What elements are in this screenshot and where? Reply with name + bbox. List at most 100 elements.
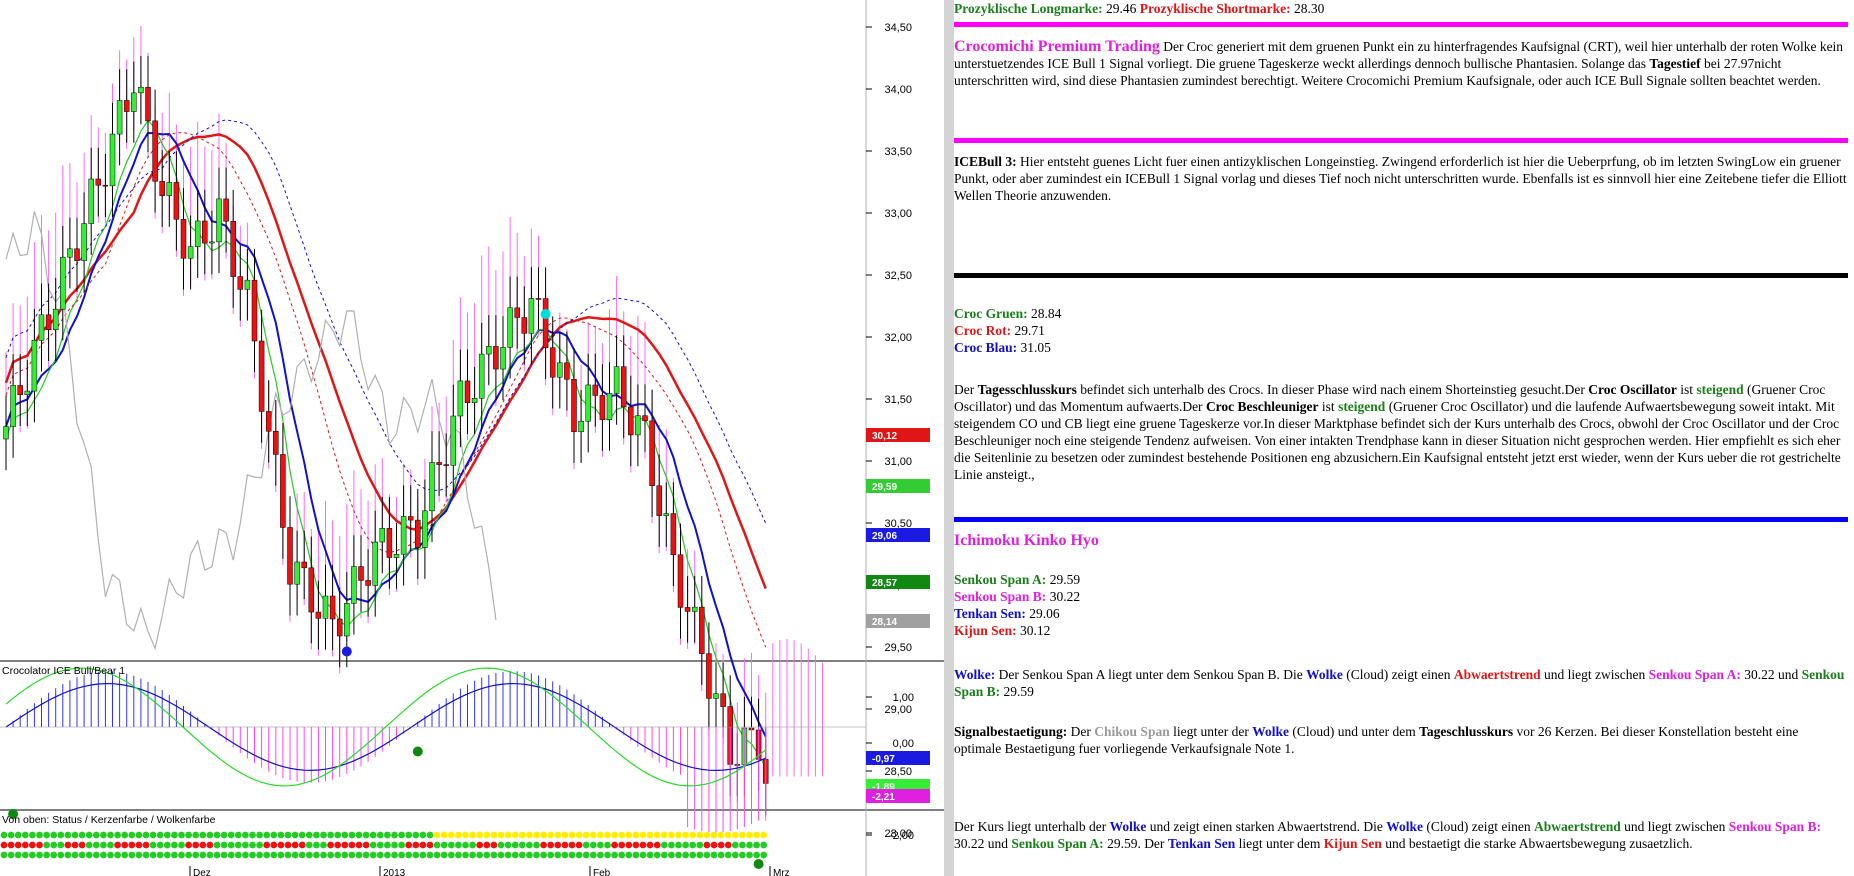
status-dot bbox=[433, 851, 441, 859]
status-dot bbox=[604, 851, 611, 859]
candle-body bbox=[415, 519, 421, 548]
candle-body bbox=[713, 693, 719, 699]
candle-body bbox=[521, 317, 528, 334]
status-dot bbox=[206, 831, 214, 839]
status-dot bbox=[689, 831, 697, 839]
candle-body bbox=[88, 178, 94, 224]
status-dot bbox=[242, 831, 249, 839]
status-dot bbox=[746, 831, 753, 839]
osc-axis-label: 1,00 bbox=[893, 692, 914, 704]
status-dot bbox=[668, 831, 675, 839]
status-dot bbox=[220, 831, 228, 839]
price-axis-label: 33,50 bbox=[884, 146, 912, 158]
status-dot bbox=[533, 841, 540, 849]
candle-body bbox=[209, 241, 215, 244]
status-dot bbox=[646, 841, 654, 849]
status-dot bbox=[682, 841, 689, 849]
status-dot bbox=[327, 841, 334, 849]
status-dot bbox=[675, 831, 682, 839]
status-dot bbox=[561, 841, 569, 849]
status-dot bbox=[192, 851, 200, 859]
status-dot bbox=[597, 851, 604, 859]
candle-body bbox=[301, 561, 307, 569]
status-dot bbox=[64, 831, 72, 839]
status-dot bbox=[227, 841, 235, 849]
status-dot bbox=[64, 841, 72, 849]
pro-cyclic-marks: Prozyklische Longmarke: 29.46 Prozyklisc… bbox=[954, 1, 1325, 16]
price-axis-label: 32,00 bbox=[884, 332, 912, 344]
status-dot bbox=[263, 841, 271, 849]
candle-body bbox=[422, 510, 428, 548]
candle-body bbox=[571, 379, 577, 433]
status-dot bbox=[611, 831, 618, 839]
status-dot bbox=[668, 841, 675, 849]
status-dot bbox=[675, 841, 682, 849]
status-dot bbox=[213, 831, 221, 839]
status-dot bbox=[298, 831, 306, 839]
status-dot bbox=[419, 831, 427, 839]
status-dot bbox=[703, 841, 711, 849]
chart-canvas[interactable]: 34,50 34,00 33,50 33,00 32,50 32,00 31,50 31,00… bbox=[0, 0, 944, 876]
status-dot bbox=[540, 831, 547, 839]
status-dot bbox=[753, 841, 760, 849]
status-dot bbox=[163, 841, 171, 849]
status-dot bbox=[426, 851, 434, 859]
status-dot bbox=[348, 851, 356, 859]
status-dot bbox=[43, 841, 50, 849]
candle-body bbox=[436, 462, 442, 465]
status-dot bbox=[575, 851, 583, 859]
status-dot bbox=[689, 841, 697, 849]
status-dot bbox=[284, 841, 292, 849]
status-dot bbox=[504, 831, 512, 839]
status-dot bbox=[320, 841, 327, 849]
status-dot bbox=[582, 851, 590, 859]
status-dot bbox=[483, 851, 491, 859]
status-dot bbox=[107, 841, 114, 849]
status-dot bbox=[57, 851, 65, 859]
divider-magenta-2 bbox=[954, 138, 1848, 143]
status-dot bbox=[369, 841, 377, 849]
status-dot bbox=[426, 831, 434, 839]
status-dot bbox=[440, 841, 448, 849]
status-dot bbox=[206, 841, 214, 849]
status-dot bbox=[256, 851, 263, 859]
candle-body bbox=[265, 411, 272, 432]
status-dot bbox=[405, 841, 413, 849]
time-axis-label: Feb bbox=[593, 868, 611, 876]
candle-body bbox=[81, 223, 87, 261]
status-dot bbox=[660, 851, 668, 859]
status-dot bbox=[142, 841, 150, 849]
status-dot bbox=[547, 851, 555, 859]
status-dot bbox=[341, 851, 349, 859]
status-dot bbox=[121, 851, 129, 859]
status-dot bbox=[43, 831, 50, 839]
status-dot bbox=[490, 851, 498, 859]
status-dot bbox=[753, 851, 760, 859]
status-dot bbox=[589, 841, 597, 849]
status-dot bbox=[171, 841, 178, 849]
status-dot bbox=[384, 831, 391, 839]
candle-body bbox=[663, 513, 670, 516]
status-dot bbox=[426, 841, 434, 849]
status-dot bbox=[284, 831, 292, 839]
chart-pane[interactable]: 34,50 34,00 33,50 33,00 32,50 32,00 31,50 31,00… bbox=[0, 0, 944, 876]
status-dot bbox=[64, 851, 72, 859]
status-dot bbox=[376, 851, 384, 859]
status-dot bbox=[313, 851, 320, 859]
status-dot bbox=[455, 841, 462, 849]
status-dot bbox=[717, 831, 725, 839]
price-axis-label: 31,00 bbox=[884, 456, 912, 468]
candle-body bbox=[379, 528, 386, 543]
price-axis-label: 29,50 bbox=[884, 642, 912, 654]
status-dot bbox=[632, 851, 640, 859]
status-dot bbox=[362, 841, 370, 849]
status-dot bbox=[447, 851, 455, 859]
candle-body bbox=[691, 606, 698, 612]
pane-divider[interactable] bbox=[944, 0, 954, 876]
status-dot bbox=[270, 841, 278, 849]
status-dot bbox=[334, 851, 342, 859]
status-dot bbox=[114, 831, 121, 839]
status-dot bbox=[0, 831, 8, 839]
status-dot bbox=[440, 851, 448, 859]
status-dot bbox=[256, 831, 263, 839]
